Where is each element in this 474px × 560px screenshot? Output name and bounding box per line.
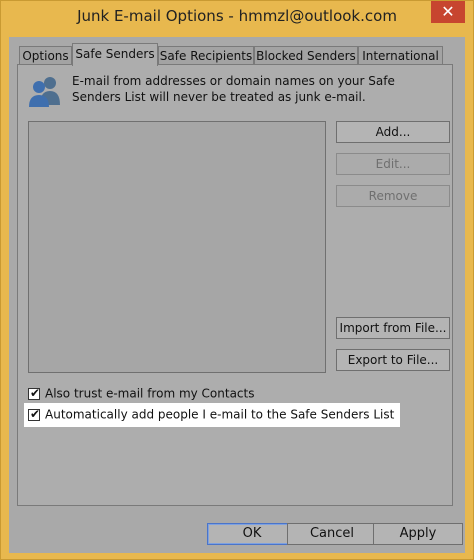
tab-options[interactable]: Options	[19, 46, 72, 65]
tab-international[interactable]: International	[358, 46, 443, 65]
auto-add-checkbox[interactable]: ✔	[28, 406, 41, 421]
tab-safe-recipients[interactable]: Safe Recipients	[158, 46, 254, 65]
window-title: Junk E-mail Options - hmmzl@outlook.com	[77, 7, 397, 25]
edit-button[interactable]: Edit...	[336, 153, 450, 175]
trust-contacts-option[interactable]: ✔ Also trust e-mail from my Contacts	[28, 385, 255, 403]
auto-add-option[interactable]: ✔ Automatically add people I e-mail to th…	[24, 403, 401, 427]
check-mark-icon: ✔	[30, 406, 41, 421]
remove-button[interactable]: Remove	[336, 185, 450, 207]
panel-description: E-mail from addresses or domain names on…	[72, 74, 395, 104]
close-button[interactable]: ✕	[431, 1, 465, 23]
auto-add-label: Automatically add people I e-mail to the…	[45, 407, 395, 422]
trust-contacts-label: Also trust e-mail from my Contacts	[45, 386, 255, 401]
tab-safe-senders[interactable]: Safe Senders	[72, 43, 158, 66]
add-button[interactable]: Add...	[336, 121, 450, 143]
import-from-file-button[interactable]: Import from File...	[336, 317, 450, 339]
dialog-window: Junk E-mail Options - hmmzl@outlook.com …	[0, 0, 474, 560]
cancel-button[interactable]: Cancel	[287, 523, 377, 545]
people-icon	[29, 77, 60, 107]
apply-button[interactable]: Apply	[373, 523, 463, 545]
export-to-file-button[interactable]: Export to File...	[336, 349, 450, 371]
tab-blocked-senders[interactable]: Blocked Senders	[254, 46, 358, 65]
check-mark-icon: ✔	[30, 385, 41, 400]
dialog-client-area: Options Safe Senders Safe Recipients Blo…	[9, 37, 465, 553]
safe-senders-list[interactable]	[28, 121, 326, 373]
close-icon: ✕	[441, 2, 455, 21]
ok-button[interactable]: OK	[207, 523, 297, 545]
title-bar[interactable]: Junk E-mail Options - hmmzl@outlook.com …	[1, 1, 473, 37]
trust-contacts-checkbox[interactable]: ✔	[28, 385, 41, 400]
safe-senders-panel: E-mail from addresses or domain names on…	[17, 64, 453, 506]
